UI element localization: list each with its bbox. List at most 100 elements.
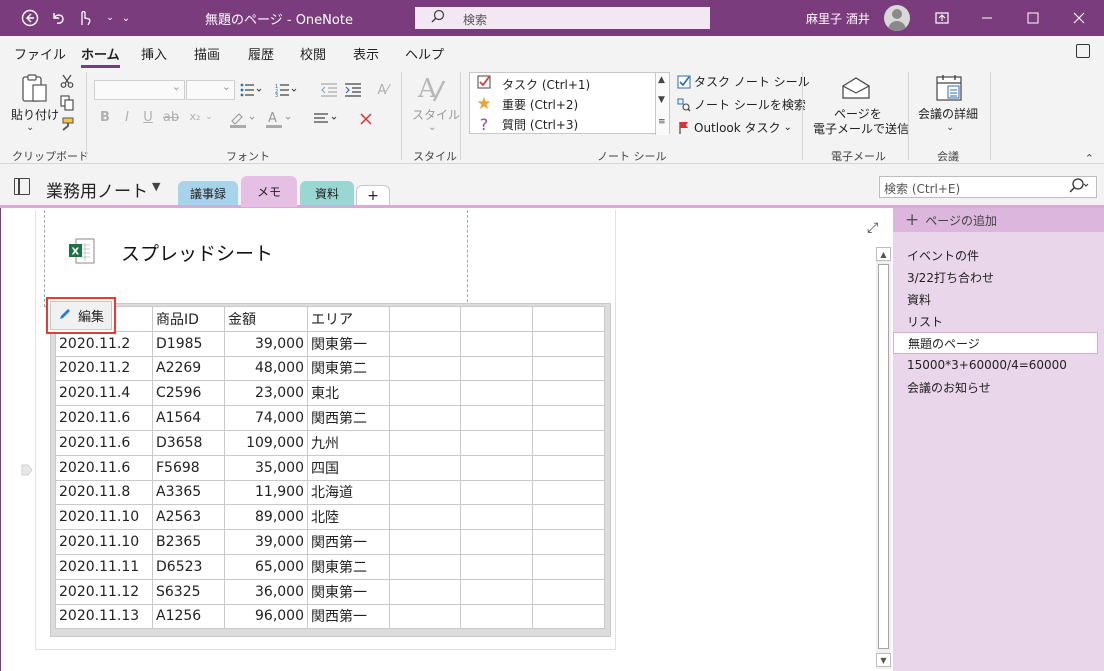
table-cell[interactable]: S6325 (152, 578, 225, 605)
table-cell[interactable]: 11,900 (224, 479, 308, 506)
tab-home[interactable]: ホーム (81, 44, 120, 68)
edit-button[interactable]: 編集 (46, 297, 116, 334)
table-cell[interactable]: D6523 (152, 553, 225, 580)
font-name-combo[interactable] (94, 80, 185, 100)
table-cell[interactable] (460, 553, 533, 580)
paragraph-align-icon[interactable] (312, 110, 342, 128)
table-cell[interactable] (532, 405, 605, 431)
embedded-file-title[interactable]: スプレッドシート (121, 239, 273, 266)
table-header-cell[interactable] (389, 306, 461, 332)
table-cell[interactable]: 96,000 (224, 603, 308, 630)
page-list-item[interactable]: 3/22打ち合わせ (893, 266, 1098, 288)
table-cell[interactable]: 2020.11.6 (55, 454, 153, 481)
tab-view[interactable]: 表示 (353, 44, 379, 63)
table-cell[interactable] (460, 380, 533, 407)
table-cell[interactable] (532, 429, 605, 456)
table-cell[interactable]: D1985 (152, 330, 225, 357)
table-cell[interactable] (389, 529, 461, 555)
paste-button[interactable]: 貼り付け (11, 108, 59, 123)
style-icon[interactable]: A (414, 72, 448, 106)
page-list-item[interactable]: イベントの件 (893, 244, 1098, 266)
highlight-icon[interactable] (228, 108, 258, 130)
style-dropdown-icon[interactable]: ⌄ (428, 122, 436, 133)
table-cell[interactable] (532, 529, 605, 555)
tags-scrollbar[interactable]: ▲ ▼ ≡ (655, 73, 669, 135)
notebook-icon[interactable] (14, 178, 30, 195)
table-cell[interactable] (460, 405, 533, 431)
email-page-icon[interactable] (840, 74, 872, 102)
table-cell[interactable] (460, 529, 533, 555)
table-cell[interactable] (460, 504, 533, 531)
table-cell[interactable]: 39,000 (224, 330, 308, 357)
notebook-name[interactable]: 業務用ノート (46, 177, 148, 202)
table-cell[interactable]: 2020.11.4 (55, 380, 153, 407)
back-icon[interactable] (20, 8, 40, 28)
bullets-icon[interactable] (238, 80, 264, 100)
tab-file[interactable]: ファイル (14, 44, 66, 63)
table-cell[interactable] (460, 454, 533, 481)
scroll-up-icon[interactable]: ▲ (876, 247, 891, 261)
table-cell[interactable]: A2563 (152, 504, 225, 531)
table-cell[interactable] (460, 578, 533, 605)
table-cell[interactable] (532, 603, 605, 630)
table-cell[interactable] (389, 504, 461, 531)
tab-section-memo[interactable]: メモ (241, 176, 297, 207)
table-cell[interactable]: 2020.11.8 (55, 479, 153, 506)
table-cell[interactable]: 北海道 (307, 479, 390, 506)
paste-icon[interactable] (18, 72, 52, 106)
tag-item-important[interactable]: ★ 重要 (Ctrl+2) (474, 94, 578, 114)
meeting-dropdown-icon[interactable]: ⌄ (946, 122, 954, 133)
notebook-search-input[interactable]: 検索 (Ctrl+E) (879, 176, 1097, 198)
table-cell[interactable] (460, 429, 533, 456)
scroll-down-icon[interactable]: ▼ (876, 653, 891, 667)
table-cell[interactable] (389, 380, 461, 407)
scrollbar-thumb[interactable] (878, 264, 889, 649)
table-cell[interactable] (532, 355, 605, 382)
maximize-button[interactable] (1010, 0, 1056, 36)
font-size-combo[interactable] (186, 80, 235, 100)
table-cell[interactable]: 四国 (307, 454, 390, 481)
meeting-details-button[interactable]: 会議の詳細 (918, 107, 978, 122)
numbering-icon[interactable]: 123 (272, 80, 306, 100)
tab-review[interactable]: 校閲 (300, 44, 326, 63)
table-cell[interactable]: 65,000 (224, 553, 308, 580)
more-icon[interactable]: ≡ (658, 117, 666, 127)
table-cell[interactable]: 74,000 (224, 405, 308, 431)
strikethrough-icon[interactable]: ab (162, 110, 180, 125)
table-header-cell[interactable] (460, 306, 533, 332)
subscript-icon[interactable]: x₂ (186, 110, 204, 123)
copy-icon[interactable] (58, 94, 76, 112)
excel-file-icon[interactable]: X (68, 237, 96, 265)
spreadsheet-table[interactable]: 商品ID 金額 エリア 2020.11.2 D1985 39,000 関東第一 2020.11… (55, 306, 605, 630)
table-cell[interactable]: 関東第二 (307, 355, 390, 382)
delete-icon[interactable] (357, 110, 375, 128)
italic-icon[interactable]: I (120, 110, 134, 125)
table-cell[interactable] (460, 330, 533, 357)
scroll-down-icon[interactable]: ▼ (658, 95, 665, 105)
tab-draw[interactable]: 描画 (194, 44, 220, 63)
table-cell[interactable]: 89,000 (224, 504, 308, 531)
scroll-up-icon[interactable]: ▲ (658, 75, 665, 85)
minimize-button[interactable] (964, 0, 1010, 36)
table-cell[interactable]: B2365 (152, 529, 225, 555)
ribbon-display-options-icon[interactable] (919, 0, 965, 36)
table-cell[interactable]: F5698 (152, 454, 225, 481)
table-header-cell[interactable]: エリア (307, 306, 390, 332)
add-page-button[interactable]: + ページの追加 (893, 208, 1104, 232)
table-cell[interactable]: 35,000 (224, 454, 308, 481)
table-cell[interactable] (532, 504, 605, 531)
table-cell[interactable] (532, 330, 605, 357)
table-cell[interactable] (532, 578, 605, 605)
page-canvas[interactable]: X スプレッドシート ⤢ 商品ID 金額 エリア 2020.11.2 D1985 39,0… (0, 208, 893, 671)
table-header-cell[interactable]: 金額 (224, 306, 308, 332)
table-cell[interactable]: 2020.11.10 (55, 529, 153, 555)
tab-help[interactable]: ヘルプ (405, 44, 444, 63)
font-color-icon[interactable]: A (264, 108, 294, 130)
table-cell[interactable]: 48,000 (224, 355, 308, 382)
page-list-item[interactable]: リスト (893, 310, 1098, 332)
tab-section-minutes[interactable]: 議事録 (178, 181, 238, 205)
table-cell[interactable]: 2020.11.6 (55, 429, 153, 456)
subscript-dropdown-icon[interactable]: ⌄ (204, 112, 214, 122)
table-cell[interactable]: A1564 (152, 405, 225, 431)
tag-item-task[interactable]: タスク (Ctrl+1) (474, 74, 590, 94)
